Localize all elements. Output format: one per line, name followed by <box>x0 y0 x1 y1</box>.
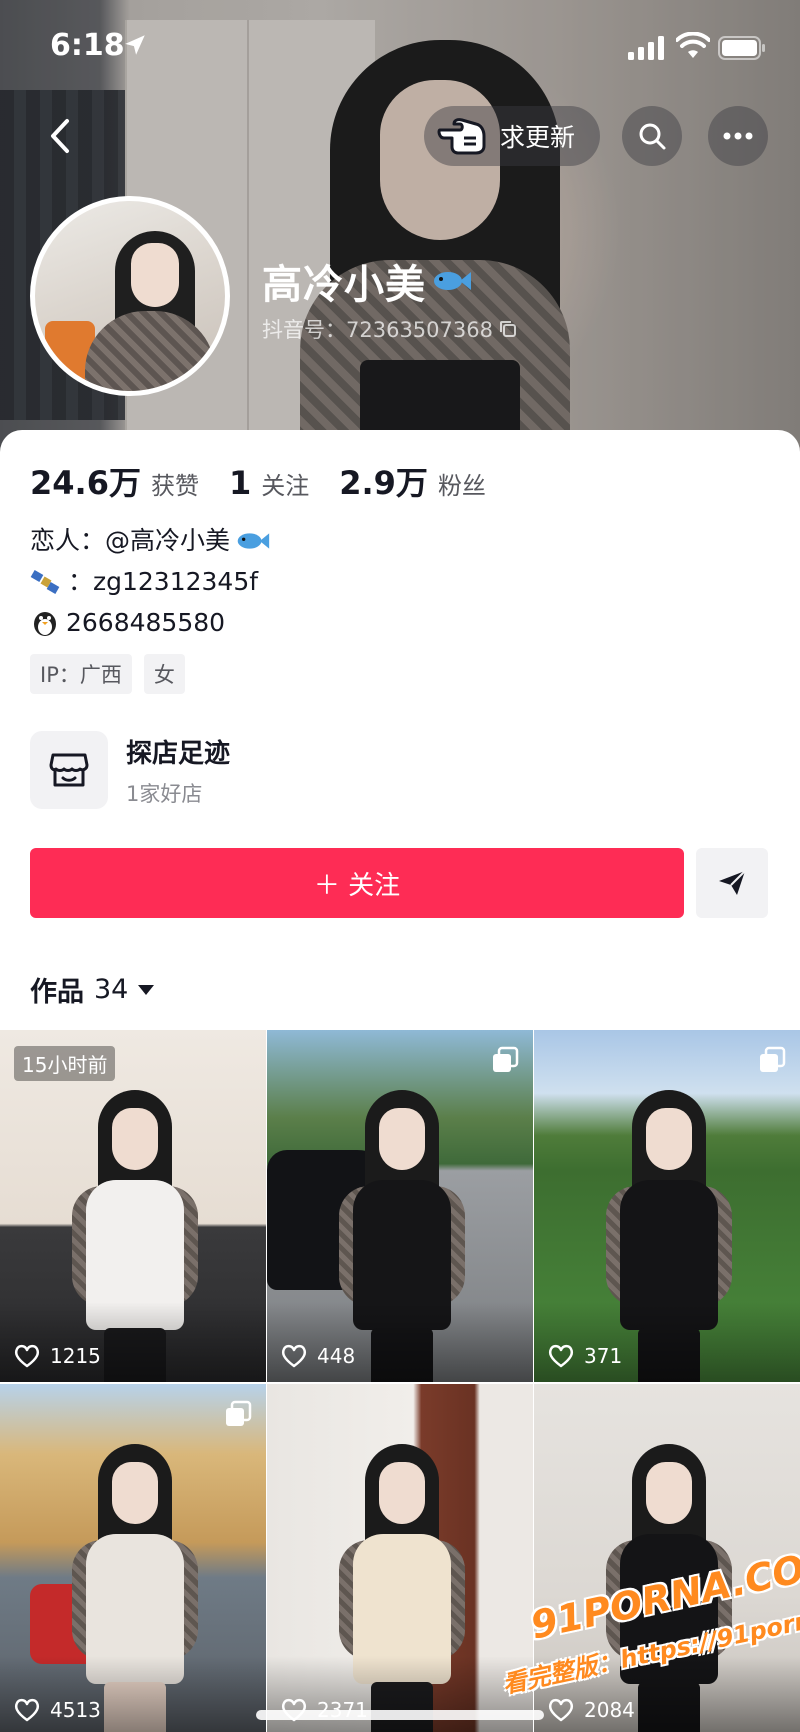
shop-visits-entry[interactable]: 探店足迹 1家好店 <box>30 730 770 810</box>
avatar[interactable] <box>30 196 230 396</box>
works-count: 34 <box>94 974 129 1005</box>
video-time-badge: 15小时前 <box>14 1046 116 1081</box>
bio-lover-line: 恋人：@高冷小美 <box>30 520 270 561</box>
battery-icon <box>718 36 765 60</box>
send-message-button[interactable] <box>696 848 768 918</box>
bio-lover-text[interactable]: 恋人：@高冷小美 <box>30 520 230 561</box>
video-likes-count: 448 <box>317 1344 356 1368</box>
avatar-photo-body <box>85 311 215 391</box>
video-likes-count: 371 <box>584 1344 623 1368</box>
back-button[interactable] <box>30 106 90 166</box>
storefront-icon <box>30 731 108 809</box>
satellite-emoji-icon <box>30 569 60 594</box>
location-arrow-icon <box>125 35 145 55</box>
heart-outline-icon <box>548 1344 574 1368</box>
stat-followers-value: 2.9万 <box>339 464 428 502</box>
wifi-icon <box>676 32 710 58</box>
profile-stats: 24.6万 获赞 1 关注 2.9万 粉丝 <box>30 458 516 504</box>
profile-tags: IP：广西 女 <box>30 654 197 694</box>
video-tile[interactable]: 371 <box>534 1030 800 1382</box>
video-likes: 1215 <box>14 1344 101 1368</box>
tag-ip-location: IP：广西 <box>30 654 132 694</box>
stat-likes[interactable]: 24.6万 获赞 <box>30 458 199 504</box>
heart-outline-icon <box>14 1344 40 1368</box>
multi-image-icon <box>226 1400 252 1426</box>
bio-wechat-line: ：zg12312345f <box>30 561 270 602</box>
more-dots-icon <box>723 132 753 140</box>
works-tab[interactable]: 作品 34 <box>30 970 155 1009</box>
pointing-hand-icon <box>437 118 486 155</box>
profile-card: 24.6万 获赞 1 关注 2.9万 粉丝 恋人：@高冷小美 ：zg123123… <box>0 430 800 1732</box>
stat-likes-label: 获赞 <box>150 472 199 500</box>
cellular-signal-icon <box>628 36 664 60</box>
follow-button[interactable]: ＋ 关注 <box>30 848 684 918</box>
video-likes: 371 <box>548 1344 622 1368</box>
tag-gender: 女 <box>143 654 185 694</box>
chevron-left-icon <box>51 119 69 153</box>
heart-outline-icon <box>281 1344 307 1368</box>
video-tile[interactable]: 15小时前 1215 <box>0 1030 266 1382</box>
bio-qq-text: 2668485580 <box>66 608 226 637</box>
profile-name: 高冷小美 <box>262 252 472 310</box>
stat-following-label: 关注 <box>261 472 310 500</box>
stat-followers-label: 粉丝 <box>437 472 486 500</box>
search-button[interactable] <box>622 106 682 166</box>
home-indicator[interactable] <box>256 1710 544 1720</box>
more-options-button[interactable] <box>708 106 768 166</box>
video-likes-count: 4513 <box>50 1698 101 1722</box>
copy-icon[interactable] <box>499 320 517 338</box>
douyin-id-text: 抖音号：72363507368 <box>262 318 493 342</box>
fish-emoji-icon <box>434 272 471 290</box>
stat-followers[interactable]: 2.9万 粉丝 <box>339 458 486 504</box>
shop-title: 探店足迹 <box>126 738 231 769</box>
video-tile[interactable]: 4513 <box>0 1384 266 1732</box>
stat-following[interactable]: 1 关注 <box>229 464 309 502</box>
profile-header: 6:18 求更新 高冷小美 抖音号：72363507368 <box>0 0 800 460</box>
video-tile[interactable]: 448 <box>267 1030 533 1382</box>
search-icon <box>639 123 666 150</box>
bio-wechat-text: ：zg12312345f <box>68 567 259 596</box>
multi-image-icon <box>760 1046 786 1072</box>
request-update-button[interactable]: 求更新 <box>424 106 600 166</box>
avatar-photo-face <box>131 243 179 307</box>
stat-likes-value: 24.6万 <box>30 464 141 502</box>
video-tile[interactable]: 2371 <box>267 1384 533 1732</box>
douyin-id[interactable]: 抖音号：72363507368 <box>262 314 517 344</box>
shop-subtitle: 1家好店 <box>126 781 203 806</box>
video-likes: 448 <box>281 1344 355 1368</box>
heart-outline-icon <box>14 1698 40 1722</box>
multi-image-icon <box>493 1046 519 1072</box>
caret-down-icon <box>138 984 155 995</box>
status-time: 6:18 <box>50 28 125 63</box>
penguin-emoji-icon <box>34 611 56 636</box>
profile-bio: 恋人：@高冷小美 ：zg12312345f 2668485580 <box>30 520 270 643</box>
profile-name-text: 高冷小美 <box>262 262 426 308</box>
stat-following-value: 1 <box>228 464 252 502</box>
paper-plane-icon <box>719 870 746 895</box>
works-tab-label: 作品 <box>30 977 84 1008</box>
fish-emoji-icon <box>237 532 270 549</box>
video-likes: 4513 <box>14 1698 101 1722</box>
bio-qq-line: 2668485580 <box>30 602 270 643</box>
video-likes-count: 1215 <box>50 1344 101 1368</box>
status-bar: 6:18 <box>0 0 800 96</box>
request-update-label: 求更新 <box>500 123 576 152</box>
